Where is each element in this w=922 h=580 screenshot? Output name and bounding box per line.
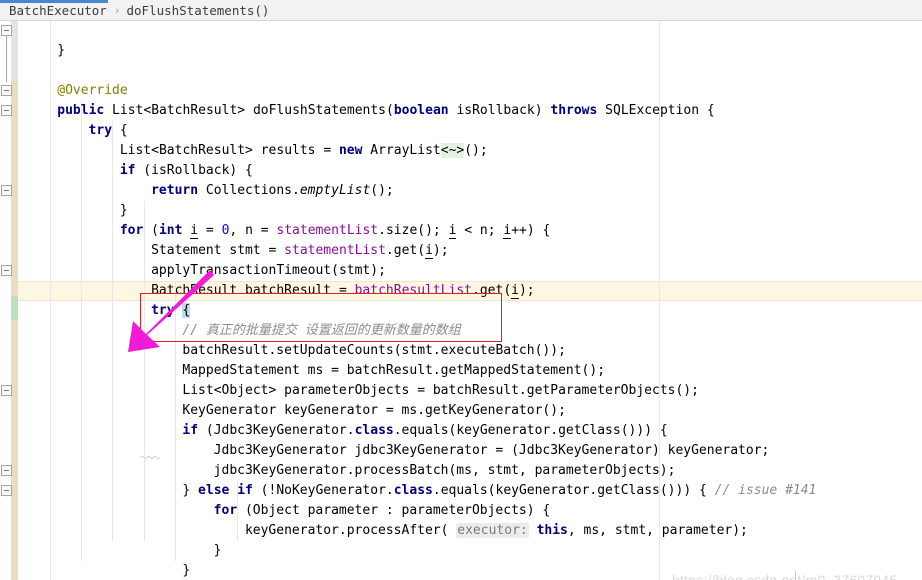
fold-guide-line	[5, 36, 7, 82]
breadcrumb-separator-icon: ›	[113, 3, 121, 17]
inspection-squiggle	[140, 455, 161, 459]
vcs-stripe-added[interactable]	[11, 296, 18, 320]
watermark-caret	[795, 571, 796, 580]
fold-marker-try[interactable]	[1, 105, 12, 120]
breadcrumb-item-method[interactable]: doFlushStatements()	[126, 3, 269, 18]
vcs-stripe-unchanged	[11, 21, 18, 81]
vcs-stripe-modified-2[interactable]	[11, 320, 18, 580]
breadcrumb-item-class[interactable]: BatchExecutor	[0, 3, 107, 18]
fold-marker-else[interactable]	[1, 465, 12, 480]
annotation-layer	[18, 21, 922, 580]
vcs-stripe-modified[interactable]	[11, 81, 18, 296]
active-tab-accent	[0, 0, 108, 3]
fold-marker-class[interactable]	[1, 25, 12, 40]
ide-editor-window: BatchExecutor › doFlushStatements()} @O…	[0, 0, 922, 580]
code-editor[interactable]: } @Override public List<BatchResult> doFlu…	[18, 21, 922, 580]
fold-marker-try2[interactable]	[1, 265, 12, 280]
editor-gutter[interactable]	[0, 21, 18, 580]
fold-marker-for[interactable]	[1, 185, 12, 200]
fold-marker-forloop[interactable]	[1, 485, 12, 500]
site-watermark: https://blog.csdn.net/m0_37607945	[672, 572, 898, 580]
fold-marker-method[interactable]	[1, 85, 12, 100]
breadcrumb-bar: BatchExecutor › doFlushStatements()	[0, 0, 922, 21]
red-highlight-box	[140, 293, 502, 342]
fold-marker-if[interactable]	[1, 385, 12, 400]
